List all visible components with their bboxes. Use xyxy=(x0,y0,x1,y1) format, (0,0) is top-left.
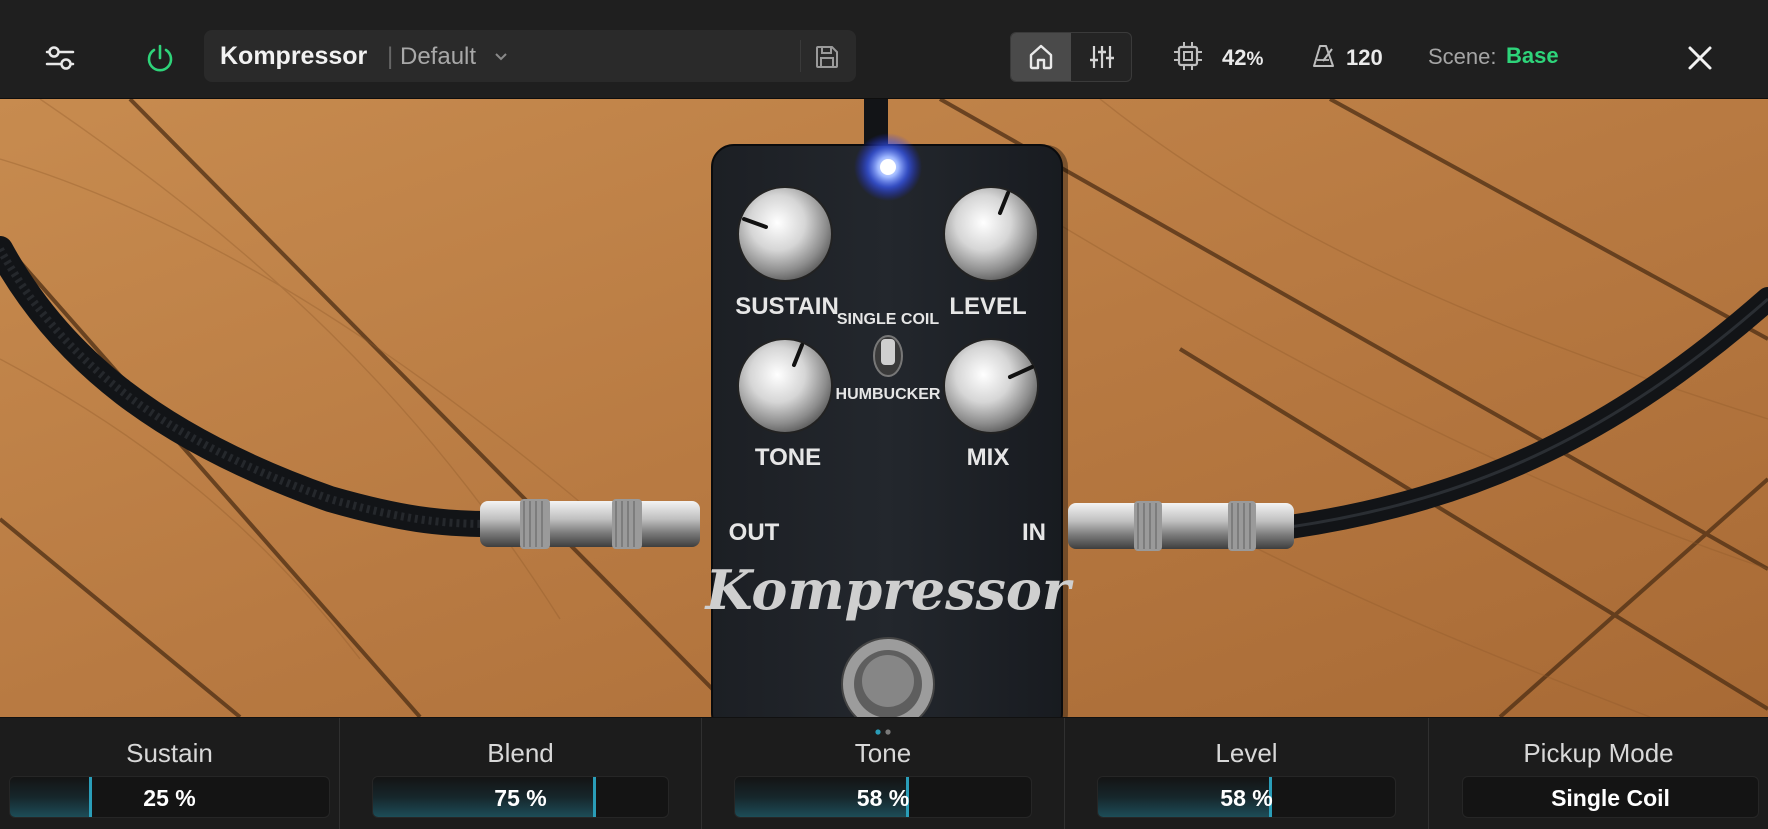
chevron-down-icon[interactable] xyxy=(494,48,508,66)
knob-mix[interactable] xyxy=(943,338,1039,434)
sliders-menu-icon[interactable] xyxy=(40,38,80,78)
page-dot[interactable] xyxy=(885,729,891,735)
param-label: Tone xyxy=(854,738,912,768)
pedal-photo: SUSTAIN LEVEL TONE MIX SINGLE COIL HUMBU… xyxy=(0,99,1768,717)
knob-label-mix: MIX xyxy=(967,444,1010,471)
cpu-usage: 42% xyxy=(1222,45,1263,71)
param-blend: Blend 75 % xyxy=(340,718,702,829)
param-value: 25 % xyxy=(143,785,196,811)
param-value: 75 % xyxy=(494,785,547,811)
sustain-slider[interactable]: 25 % xyxy=(9,776,330,818)
page-indicator xyxy=(873,723,895,741)
output-jack xyxy=(480,499,700,549)
scene-label: Scene: xyxy=(1428,44,1497,69)
scene-value[interactable]: Base xyxy=(1506,43,1559,69)
page-dot-active[interactable] xyxy=(875,729,881,735)
param-label: Pickup Mode xyxy=(1523,738,1674,768)
blend-slider[interactable]: 75 % xyxy=(372,776,669,818)
close-icon[interactable] xyxy=(1684,42,1716,74)
switch-label-single-coil: SINGLE COIL xyxy=(837,311,939,328)
knob-level[interactable] xyxy=(943,186,1039,282)
cpu-value: 42 xyxy=(1222,45,1247,70)
power-icon[interactable] xyxy=(140,38,180,78)
level-slider[interactable]: 58 % xyxy=(1097,776,1396,818)
footswitch[interactable] xyxy=(841,637,935,717)
param-pickup-mode: Pickup Mode Single Coil xyxy=(1429,718,1768,829)
save-icon[interactable] xyxy=(814,44,840,75)
knob-label-sustain: SUSTAIN xyxy=(735,293,839,320)
switch-label-humbucker: HUMBUCKER xyxy=(836,386,941,403)
knob-sustain[interactable] xyxy=(737,186,833,282)
cpu-unit: % xyxy=(1246,49,1264,70)
param-label: Blend xyxy=(487,738,554,768)
param-label: Level xyxy=(1215,738,1278,768)
preset-selector[interactable]: Kompressor | Default xyxy=(204,30,856,82)
pedal-logo: Kompressor xyxy=(704,558,1074,622)
param-sustain: Sustain 25 % xyxy=(0,718,340,829)
input-jack xyxy=(1068,501,1294,551)
param-label: Sustain xyxy=(126,738,213,768)
view-toggle xyxy=(1010,32,1132,82)
param-value: 58 % xyxy=(856,785,910,811)
top-bar: Kompressor | Default 42% 120 Scene: Base xyxy=(0,0,1768,99)
mixer-icon[interactable] xyxy=(1072,33,1131,81)
pickup-toggle-switch[interactable] xyxy=(873,335,903,377)
param-value: Single Coil xyxy=(1551,785,1670,811)
tempo-value[interactable]: 120 xyxy=(1346,45,1383,71)
pickup-mode-selector[interactable]: Single Coil xyxy=(1462,776,1759,818)
jack-label-in: IN xyxy=(1022,519,1046,546)
metronome-icon[interactable] xyxy=(1310,42,1338,70)
preset-name[interactable]: Default xyxy=(400,43,476,71)
jack-label-out: OUT xyxy=(729,519,780,546)
param-value: 58 % xyxy=(1220,785,1273,811)
param-level: Level 58 % xyxy=(1065,718,1429,829)
tone-slider[interactable]: 58 % xyxy=(734,776,1032,818)
plugin-name: Kompressor xyxy=(220,42,368,70)
knob-label-tone: TONE xyxy=(755,444,821,471)
knob-label-level: LEVEL xyxy=(949,293,1026,320)
preset-separator: | xyxy=(387,43,394,70)
preset-divider xyxy=(800,40,801,72)
cpu-chip-icon xyxy=(1172,40,1204,72)
home-icon[interactable] xyxy=(1011,33,1071,81)
knob-tone[interactable] xyxy=(737,338,833,434)
